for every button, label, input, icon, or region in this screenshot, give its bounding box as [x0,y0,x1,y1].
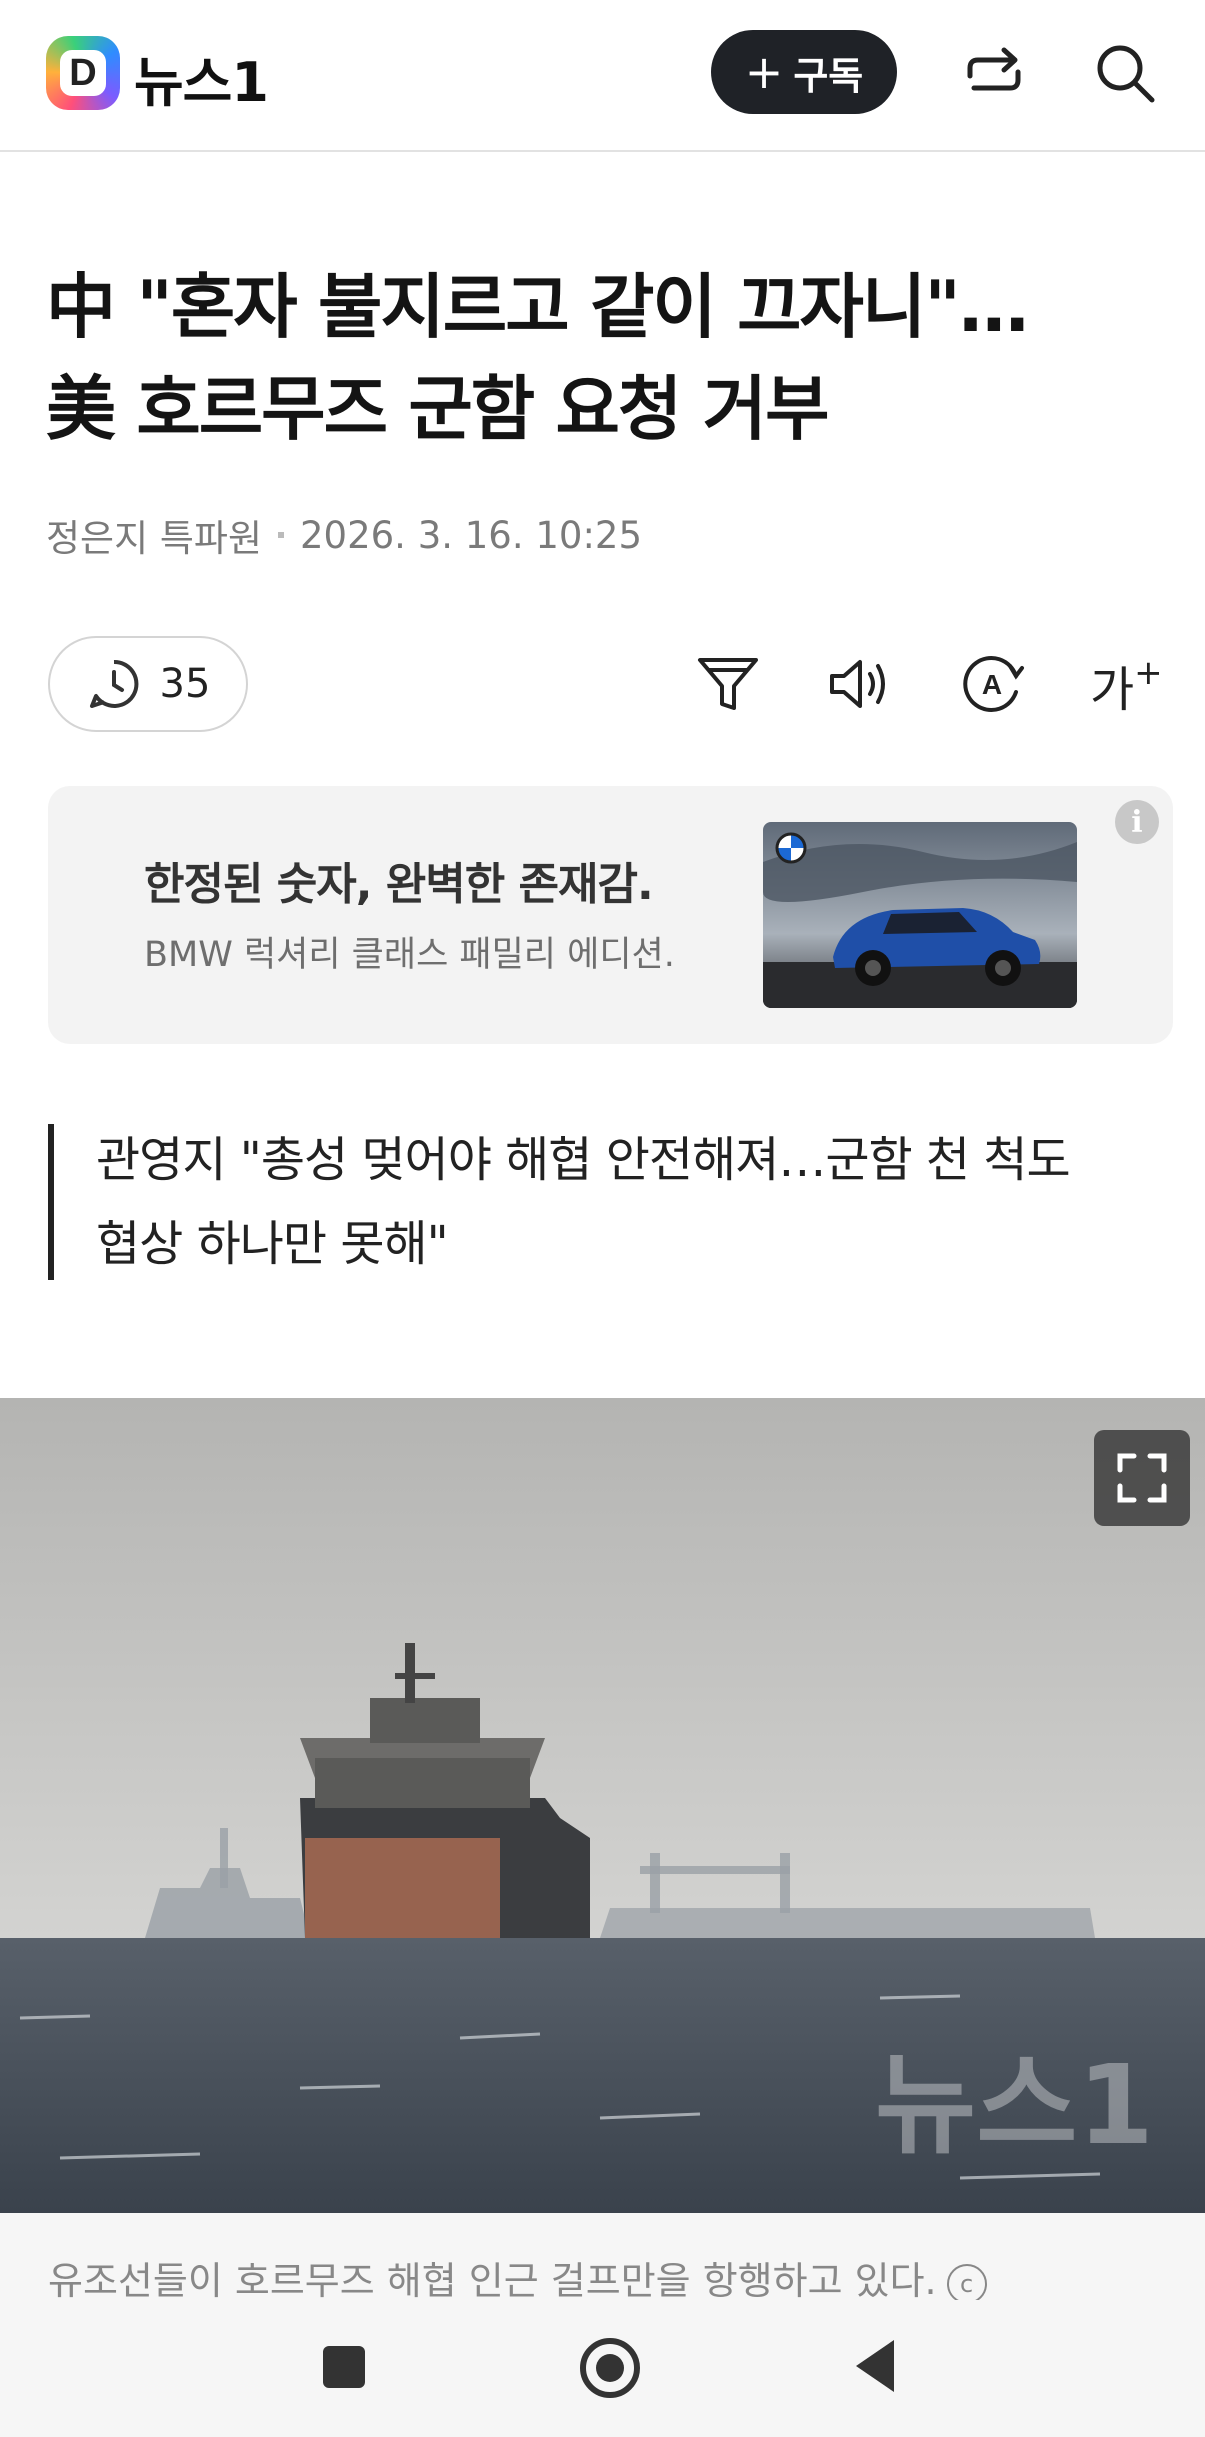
search-icon[interactable] [1090,38,1162,110]
translate-icon[interactable]: A [956,648,1028,720]
bmw-ad-banner[interactable]: 한정된 숫자, 완벽한 존재감. BMW 럭셔리 클래스 패밀리 에디션. i [48,786,1173,1044]
comment-count: 35 [159,661,211,707]
summary-filter-icon[interactable] [692,648,764,720]
photo-caption: 유조선들이 호르무즈 해협 인근 걸프만을 항행하고 있다. c [48,2250,987,2305]
quote-line-2: 협상 하나만 못해" [96,1216,449,1272]
plus-icon: + [744,45,784,99]
quote-bar [48,1124,54,1280]
font-plus-icon: + [1134,653,1163,693]
quote-line-1: 관영지 "총성 멎어야 해협 안전해져…군함 천 척도 [96,1132,1071,1188]
byline: 정은지 특파원 2026. 3. 16. 10:25 [46,508,642,562]
copyright-icon: c [946,2263,987,2304]
svg-text:A: A [982,669,1002,700]
author[interactable]: 정은지 특파원 [46,508,262,562]
font-size-label: 가 [1090,662,1135,718]
home-button[interactable] [580,2338,640,2398]
ad-car-image [763,822,1077,1008]
font-size-button[interactable]: 가+ [1090,650,1170,722]
text-to-speech-icon[interactable] [824,648,896,720]
separator-dot [278,532,285,538]
news1-logo[interactable]: D [46,36,120,110]
top-header: D 뉴스1 + 구독 [0,0,1205,152]
photo-watermark: 뉴스1 [875,2041,1154,2169]
ad-info-icon[interactable]: i [1115,800,1159,844]
ad-headline: 한정된 숫자, 완벽한 존재감. [144,859,654,910]
article-photo[interactable]: 뉴스1 [0,1398,1205,2213]
article-title: 中 "혼자 불지르고 같이 끄자니"… 美 호르무즈 군함 요청 거부 [46,256,1166,460]
article-page: D 뉴스1 + 구독 中 "혼자 불지르고 같이 끄자니"… 美 호르무즈 군함… [0,0,1205,2437]
brand-name[interactable]: 뉴스1 [134,38,269,117]
share-icon[interactable] [958,38,1030,110]
title-line-2: 美 호르무즈 군함 요청 거부 [46,368,829,450]
back-button[interactable] [856,2340,894,2392]
fullscreen-icon [1117,1453,1167,1503]
recent-apps-button[interactable] [323,2346,365,2388]
caption-text: 유조선들이 호르무즈 해협 인근 걸프만을 항행하고 있다. [48,2259,937,2303]
title-line-1: 中 "혼자 불지르고 같이 끄자니"… [46,266,1029,348]
comment-clock-icon [89,659,138,708]
subscribe-button[interactable]: + 구독 [711,30,897,114]
subheadline-quote: 관영지 "총성 멎어야 해협 안전해져…군함 천 척도 협상 하나만 못해" [96,1118,1186,1286]
ad-subtext: BMW 럭셔리 클래스 패밀리 에디션. [144,935,675,975]
publish-datetime: 2026. 3. 16. 10:25 [300,513,642,557]
comments-button[interactable]: 35 [48,636,248,732]
expand-photo-button[interactable] [1094,1430,1190,1526]
subscribe-label: 구독 [793,53,864,98]
logo-letter: D [60,50,106,96]
